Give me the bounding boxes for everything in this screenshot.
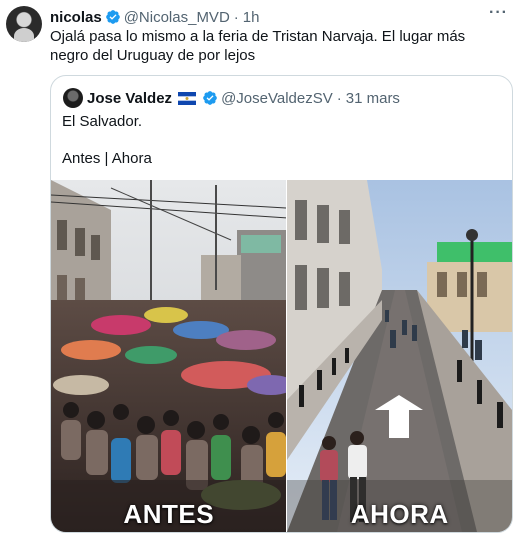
author-name[interactable]: nicolas	[50, 9, 102, 26]
el-salvador-flag-icon	[178, 91, 197, 105]
author-handle[interactable]: @Nicolas_MVD	[124, 9, 230, 26]
separator-dot: ·	[233, 8, 239, 26]
quoted-author-handle: @JoseValdezSV	[221, 89, 333, 107]
before-caption: ANTES	[123, 499, 215, 529]
tweet-text: Ojalá pasa lo mismo a la feria de Trista…	[50, 28, 466, 64]
quoted-author-avatar	[63, 88, 83, 108]
quoted-tweet[interactable]: Jose Valdez @JoseValdezSV · 31 mars El S…	[50, 75, 513, 533]
after-photo-image	[287, 180, 512, 532]
verified-badge-icon	[105, 10, 120, 24]
tweet-time[interactable]: 1h	[243, 9, 260, 26]
quoted-tweet-header: Jose Valdez @JoseValdezSV · 31 mars	[63, 88, 400, 108]
tweet-header: nicolas @Nicolas_MVD · 1h	[50, 7, 259, 27]
quoted-tweet-text: El Salvador. Antes | Ahora	[62, 112, 152, 168]
tweet-avatar[interactable]	[6, 6, 42, 42]
separator-dot: ·	[336, 89, 342, 107]
more-icon[interactable]: ···	[489, 4, 508, 22]
quoted-author-name: Jose Valdez	[87, 89, 173, 107]
after-photo[interactable]: AHORA	[287, 180, 512, 532]
quoted-media[interactable]: ANTES AHORA	[51, 180, 512, 532]
verified-badge-icon	[203, 91, 217, 105]
quoted-text-line: El Salvador.	[62, 113, 143, 130]
quoted-text-line: Antes | Ahora	[62, 150, 152, 167]
before-photo[interactable]: ANTES	[51, 180, 287, 532]
before-photo-image	[51, 180, 287, 532]
after-caption: AHORA	[350, 499, 449, 529]
quoted-tweet-date: 31 mars	[345, 89, 400, 107]
